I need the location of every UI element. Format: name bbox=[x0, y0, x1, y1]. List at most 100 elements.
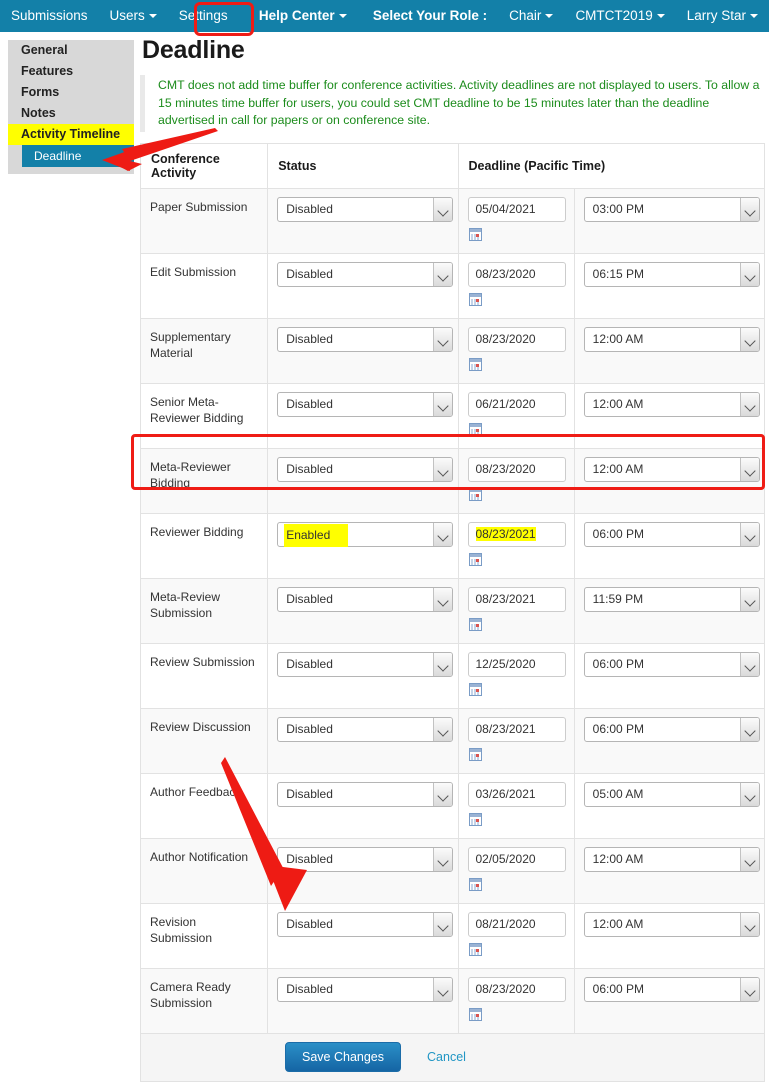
sidebar-item-general[interactable]: General bbox=[8, 40, 134, 61]
deadline-time-value: 06:00 PM bbox=[592, 721, 645, 736]
deadline-time-select[interactable]: 03:00 PM bbox=[583, 196, 760, 222]
cell-time: 05:00 AM bbox=[573, 772, 766, 839]
cell-time: 11:59 PM bbox=[573, 577, 766, 644]
deadline-date-input[interactable]: 03/26/2021 bbox=[467, 781, 566, 807]
deadline-time-value: 12:00 AM bbox=[592, 916, 644, 931]
calendar-icon[interactable] bbox=[468, 617, 482, 631]
status-select[interactable]: Disabled bbox=[277, 586, 454, 612]
chevron-down-icon bbox=[433, 327, 453, 351]
deadline-date-input[interactable]: 08/21/2020 bbox=[467, 911, 566, 937]
status-select[interactable]: Disabled bbox=[277, 261, 454, 287]
nav-item-role-chair[interactable]: Chair bbox=[498, 0, 564, 32]
save-changes-button[interactable]: Save Changes bbox=[285, 1042, 402, 1072]
deadline-time-select[interactable]: 11:59 PM bbox=[583, 586, 760, 612]
deadline-time-select[interactable]: 06:00 PM bbox=[583, 521, 760, 547]
cancel-link[interactable]: Cancel bbox=[427, 1050, 466, 1064]
calendar-icon[interactable] bbox=[468, 877, 482, 891]
deadline-date-input[interactable]: 05/04/2021 bbox=[467, 196, 566, 222]
nav-item-conference[interactable]: CMTCT2019 bbox=[564, 0, 675, 32]
sidebar-item-deadline[interactable]: Deadline bbox=[22, 145, 134, 167]
cell-activity: Meta-Reviewer Bidding bbox=[139, 447, 269, 514]
cell-date: 08/23/2020 bbox=[457, 317, 575, 384]
chevron-down-icon bbox=[433, 197, 453, 221]
cell-status: Disabled bbox=[267, 902, 459, 969]
deadline-time-select[interactable]: 05:00 AM bbox=[583, 781, 760, 807]
nav-item-settings[interactable]: Settings bbox=[168, 0, 239, 32]
deadline-date-input[interactable]: 08/23/2021 bbox=[467, 521, 566, 547]
activity-label: Meta-Reviewer Bidding bbox=[150, 459, 231, 490]
chevron-down-icon bbox=[739, 587, 759, 611]
deadline-date-value: 08/23/2020 bbox=[475, 331, 536, 346]
chevron-down-icon bbox=[433, 782, 453, 806]
status-select[interactable]: Disabled bbox=[277, 846, 454, 872]
deadline-table: Conference Activity Status Deadline (Pac… bbox=[139, 142, 766, 1034]
calendar-icon[interactable] bbox=[468, 552, 482, 566]
deadline-time-value: 12:00 AM bbox=[592, 461, 644, 476]
calendar-icon[interactable] bbox=[468, 227, 482, 241]
status-select[interactable]: Disabled bbox=[277, 456, 454, 482]
nav-item-user-account[interactable]: Larry Star bbox=[676, 0, 769, 32]
deadline-date-input[interactable]: 08/23/2020 bbox=[467, 456, 566, 482]
status-select[interactable]: Disabled bbox=[277, 976, 454, 1002]
deadline-time-select[interactable]: 06:00 PM bbox=[583, 976, 760, 1002]
cell-activity: Meta-Review Submission bbox=[139, 577, 269, 644]
chevron-down-icon bbox=[433, 262, 453, 286]
deadline-date-input[interactable]: 02/05/2020 bbox=[467, 846, 566, 872]
deadline-time-select[interactable]: 06:00 PM bbox=[583, 716, 760, 742]
calendar-icon[interactable] bbox=[468, 942, 482, 956]
calendar-icon[interactable] bbox=[468, 682, 482, 696]
sidebar-item-notes[interactable]: Notes bbox=[8, 103, 134, 124]
nav-label-user-account: Larry Star bbox=[686, 8, 746, 23]
deadline-date-input[interactable]: 08/23/2020 bbox=[467, 261, 566, 287]
chevron-down-icon bbox=[433, 977, 453, 1001]
calendar-icon[interactable] bbox=[468, 747, 482, 761]
calendar-icon[interactable] bbox=[468, 292, 482, 306]
deadline-time-select[interactable]: 12:00 AM bbox=[583, 326, 760, 352]
deadline-time-select[interactable]: 12:00 AM bbox=[583, 456, 760, 482]
table-row: Author Feedback Disabled 03/26/2021 05:00 A… bbox=[139, 772, 766, 839]
table-row: Meta-Reviewer Bidding Disabled 08/23/2020 1… bbox=[139, 447, 766, 514]
status-select[interactable]: Enabled bbox=[277, 521, 454, 547]
deadline-time-select[interactable]: 12:00 AM bbox=[583, 911, 760, 937]
calendar-icon[interactable] bbox=[468, 812, 482, 826]
deadline-date-input[interactable]: 08/23/2021 bbox=[467, 716, 566, 742]
cell-date: 02/05/2020 bbox=[457, 837, 575, 904]
deadline-time-select[interactable]: 06:15 PM bbox=[583, 261, 760, 287]
chevron-down-icon bbox=[433, 457, 453, 481]
deadline-date-value: 02/05/2020 bbox=[475, 851, 536, 866]
deadline-date-input[interactable]: 08/23/2020 bbox=[467, 326, 566, 352]
status-select[interactable]: Disabled bbox=[277, 781, 454, 807]
calendar-icon[interactable] bbox=[468, 1007, 482, 1021]
cell-date: 05/04/2021 bbox=[457, 187, 575, 254]
calendar-icon[interactable] bbox=[468, 487, 482, 501]
status-select[interactable]: Disabled bbox=[277, 911, 454, 937]
calendar-icon[interactable] bbox=[468, 422, 482, 436]
chevron-down-icon bbox=[739, 327, 759, 351]
status-value: Disabled bbox=[286, 786, 333, 801]
status-select[interactable]: Disabled bbox=[277, 716, 454, 742]
sidebar-item-forms[interactable]: Forms bbox=[8, 82, 134, 103]
deadline-date-value: 05/04/2021 bbox=[475, 201, 536, 216]
nav-item-help-center[interactable]: Help Center bbox=[248, 0, 358, 32]
deadline-date-input[interactable]: 06/21/2020 bbox=[467, 391, 566, 417]
deadline-date-input[interactable]: 08/23/2020 bbox=[467, 976, 566, 1002]
status-select[interactable]: Disabled bbox=[277, 651, 454, 677]
status-select[interactable]: Disabled bbox=[277, 391, 454, 417]
deadline-date-input[interactable]: 12/25/2020 bbox=[467, 651, 566, 677]
table-header-row: Conference Activity Status Deadline (Pac… bbox=[139, 142, 765, 189]
cell-date: 08/23/2021 bbox=[457, 707, 575, 774]
calendar-icon[interactable] bbox=[468, 357, 482, 371]
deadline-date-input[interactable]: 08/23/2021 bbox=[467, 586, 566, 612]
status-select[interactable]: Disabled bbox=[277, 326, 454, 352]
table-row: Meta-Review Submission Disabled 08/23/2021… bbox=[139, 577, 766, 644]
nav-item-submissions[interactable]: Submissions bbox=[0, 0, 99, 32]
sidebar-item-features[interactable]: Features bbox=[8, 61, 134, 82]
sidebar-item-activity-timeline[interactable]: Activity Timeline bbox=[8, 124, 134, 145]
deadline-time-select[interactable]: 12:00 AM bbox=[583, 846, 760, 872]
deadline-time-select[interactable]: 06:00 PM bbox=[583, 651, 760, 677]
deadline-time-select[interactable]: 12:00 AM bbox=[583, 391, 760, 417]
status-select[interactable]: Disabled bbox=[277, 196, 454, 222]
cell-activity: Reviewer Bidding bbox=[139, 512, 269, 579]
nav-item-users[interactable]: Users bbox=[99, 0, 168, 32]
cell-time: 06:00 PM bbox=[573, 707, 766, 774]
